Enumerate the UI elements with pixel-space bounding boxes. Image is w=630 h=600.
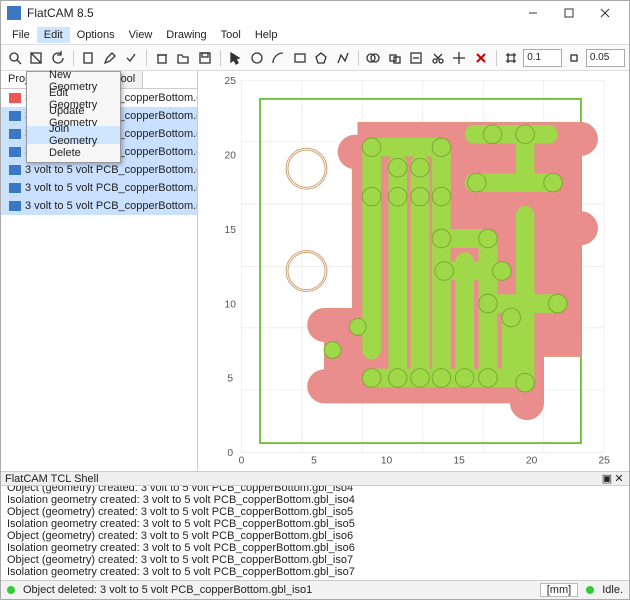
shell-line: Isolation geometry created: 3 volt to 5 … xyxy=(7,542,623,554)
move-icon[interactable] xyxy=(450,48,470,68)
svg-text:20: 20 xyxy=(225,150,237,161)
title-bar: FlatCAM 8.5 xyxy=(1,1,629,25)
project-item-label: 3 volt to 5 volt PCB_copperBottom.gbl_is… xyxy=(25,182,197,194)
edit-menu-delete[interactable]: Delete xyxy=(27,144,120,162)
shell-line: Isolation geometry created: 3 volt to 5 … xyxy=(7,518,623,530)
clear-plot-icon[interactable] xyxy=(27,48,47,68)
geo-icon xyxy=(9,183,21,193)
menu-tool[interactable]: Tool xyxy=(214,27,248,43)
grid-x-field[interactable]: 0.1 xyxy=(523,49,562,67)
svg-text:0: 0 xyxy=(239,456,245,467)
geo-icon xyxy=(9,165,21,175)
update-geo-icon[interactable] xyxy=(122,48,142,68)
shell-line: Object (geometry) created: 3 volt to 5 v… xyxy=(7,530,623,542)
shell-line: Isolation geometry created: 3 volt to 5 … xyxy=(7,494,623,506)
zoom-tool-icon[interactable] xyxy=(5,48,25,68)
status-bar: Object deleted: 3 volt to 5 volt PCB_cop… xyxy=(1,581,629,599)
shell-line: Object (geometry) created: 3 volt to 5 v… xyxy=(7,486,623,494)
geo-icon xyxy=(9,201,21,211)
union-icon[interactable] xyxy=(364,48,384,68)
svg-text:10: 10 xyxy=(381,456,393,467)
project-item[interactable]: 3 volt to 5 volt PCB_copperBottom.gbl_is… xyxy=(1,179,197,197)
shell-close-icon[interactable]: ✕ xyxy=(613,472,625,485)
app-icon xyxy=(7,6,21,20)
shell-header: FlatCAM TCL Shell ▣ ✕ xyxy=(1,471,629,486)
delete-shape-icon[interactable] xyxy=(471,48,491,68)
toolbar: 0.1 0.05 xyxy=(1,45,629,71)
rect-icon[interactable] xyxy=(290,48,310,68)
svg-text:5: 5 xyxy=(311,456,317,467)
menu-edit[interactable]: Edit xyxy=(37,27,70,43)
circle-icon[interactable] xyxy=(247,48,267,68)
shell-line: Object (geometry) created: 3 volt to 5 v… xyxy=(7,506,623,518)
shell-line: Isolation geometry created: 3 volt to 5 … xyxy=(7,566,623,578)
minimize-button[interactable] xyxy=(515,1,551,25)
geo-icon xyxy=(9,147,21,157)
snap-icon[interactable] xyxy=(564,48,584,68)
menu-file[interactable]: File xyxy=(5,27,37,43)
pcb-plot: 0 5 10 15 20 25 25 20 15 10 5 0 xyxy=(198,71,629,471)
cut-icon[interactable] xyxy=(428,48,448,68)
svg-text:0: 0 xyxy=(227,448,233,459)
idle-dot-icon xyxy=(586,586,594,594)
polygon-icon[interactable] xyxy=(312,48,332,68)
status-message: Object deleted: 3 volt to 5 volt PCB_cop… xyxy=(23,584,312,596)
join-icon xyxy=(31,129,43,141)
save-icon[interactable] xyxy=(195,48,215,68)
delete-icon xyxy=(31,147,43,159)
geo-icon xyxy=(9,111,21,121)
delete-icon[interactable] xyxy=(152,48,172,68)
menu-drawing[interactable]: Drawing xyxy=(159,27,213,43)
project-item[interactable]: 3 volt to 5 volt PCB_copperBottom.gbl_is… xyxy=(1,197,197,215)
units-indicator[interactable]: [mm] xyxy=(540,583,578,597)
edit-menu-join-geometry[interactable]: Join Geometry xyxy=(27,126,120,144)
gbr-icon xyxy=(9,93,21,103)
project-item-label: 3 volt to 5 volt PCB_copperBottom.gbl_is… xyxy=(25,164,197,176)
close-button[interactable] xyxy=(587,1,623,25)
project-item-label: 3 volt to 5 volt PCB_copperBottom.gbl_is… xyxy=(25,200,197,212)
edit-geo-icon[interactable] xyxy=(100,48,120,68)
svg-text:20: 20 xyxy=(526,456,538,467)
menu-options[interactable]: Options xyxy=(70,27,122,43)
edit-icon xyxy=(31,93,43,105)
menu-item-label: Delete xyxy=(49,147,81,159)
maximize-button[interactable] xyxy=(551,1,587,25)
svg-text:5: 5 xyxy=(227,374,233,385)
svg-text:10: 10 xyxy=(225,299,237,310)
update-icon xyxy=(31,111,43,123)
project-item[interactable]: 3 volt to 5 volt PCB_copperBottom.gbl_is… xyxy=(1,161,197,179)
grid-y-field[interactable]: 0.05 xyxy=(586,49,625,67)
geo-icon xyxy=(9,129,21,139)
open-icon[interactable] xyxy=(174,48,194,68)
menu-help[interactable]: Help xyxy=(248,27,285,43)
shell-undock-icon[interactable]: ▣ xyxy=(601,472,613,485)
menu-bar: File Edit Options View Drawing Tool Help xyxy=(1,25,629,45)
path-icon[interactable] xyxy=(333,48,353,68)
new-icon xyxy=(31,75,43,87)
svg-text:25: 25 xyxy=(599,456,611,467)
grid-icon[interactable] xyxy=(502,48,522,68)
svg-text:15: 15 xyxy=(453,456,465,467)
shell-line: Object (geometry) created: 3 volt to 5 v… xyxy=(7,554,623,566)
menu-view[interactable]: View xyxy=(122,27,160,43)
intersect-icon[interactable] xyxy=(385,48,405,68)
app-title: FlatCAM 8.5 xyxy=(27,6,94,20)
new-geo-icon[interactable] xyxy=(79,48,99,68)
project-panel: Project Selected Tool 3 volt to 5 volt P… xyxy=(1,71,198,471)
plot-canvas[interactable]: 0 5 10 15 20 25 25 20 15 10 5 0 xyxy=(198,71,629,471)
subtract-icon[interactable] xyxy=(407,48,427,68)
edit-menu-dropdown: New GeometryEdit GeometryUpdate Geometry… xyxy=(26,71,121,163)
pointer-icon[interactable] xyxy=(226,48,246,68)
arc-icon[interactable] xyxy=(269,48,289,68)
svg-text:15: 15 xyxy=(225,225,237,236)
svg-text:25: 25 xyxy=(225,76,237,87)
shell-title: FlatCAM TCL Shell xyxy=(5,473,99,485)
status-dot-icon xyxy=(7,586,15,594)
idle-label: Idle. xyxy=(602,584,623,596)
tcl-shell[interactable]: Object (geometry) created: 3 volt to 5 v… xyxy=(1,486,629,581)
replot-icon[interactable] xyxy=(48,48,68,68)
